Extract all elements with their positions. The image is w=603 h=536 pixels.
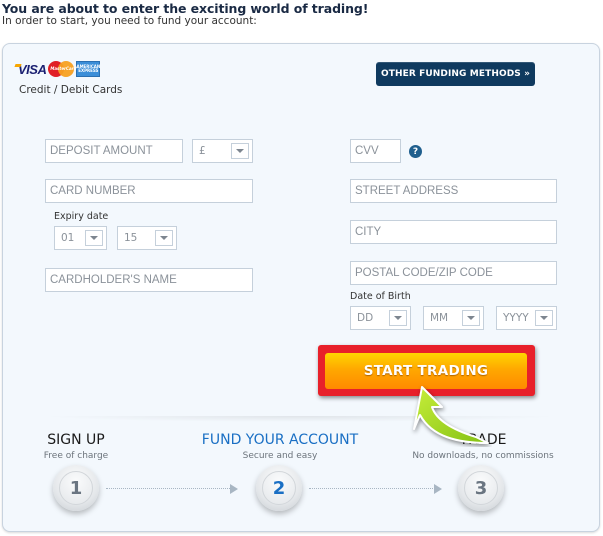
dob-year-select[interactable]: YYYY: [496, 306, 557, 330]
dob-year-value: YYYY: [503, 312, 529, 324]
chevron-down-icon[interactable]: [85, 230, 103, 246]
chevron-down-icon[interactable]: [231, 143, 249, 159]
street-address-input[interactable]: STREET ADDRESS: [350, 179, 557, 203]
step-3-number: 3: [464, 471, 498, 505]
expiry-month-select[interactable]: 01: [54, 226, 107, 250]
currency-select[interactable]: £: [192, 139, 253, 163]
date-of-birth-label: Date of Birth: [350, 291, 411, 302]
cardholder-name-input[interactable]: CARDHOLDER'S NAME: [45, 268, 253, 292]
step-arrow-icon: [434, 484, 442, 494]
visa-logo-icon: VISA: [18, 61, 47, 77]
card-number-input[interactable]: CARD NUMBER: [45, 179, 253, 203]
step-3-badge: 3: [458, 465, 504, 511]
chevron-down-icon[interactable]: [462, 310, 480, 326]
step-1-title: SIGN UP: [47, 432, 105, 448]
chevron-down-icon[interactable]: [155, 230, 173, 246]
step-2-number: 2: [262, 471, 296, 505]
step-2-badge: 2: [256, 465, 302, 511]
other-funding-methods-button[interactable]: OTHER FUNDING METHODS »: [376, 62, 535, 86]
mastercard-logo-icon: MasterCard: [48, 61, 76, 77]
chevron-down-icon[interactable]: [389, 310, 407, 326]
step-2-subtitle: Secure and easy: [242, 451, 318, 461]
postal-code-input[interactable]: POSTAL CODE/ZIP CODE: [350, 261, 557, 285]
payment-method-label: Credit / Debit Cards: [19, 84, 123, 96]
expiry-year-select[interactable]: 15: [117, 226, 177, 250]
expiry-month-value: 01: [61, 232, 75, 244]
step-connector-dots: [106, 488, 232, 489]
chevron-down-icon[interactable]: [535, 310, 553, 326]
step-3-subtitle: No downloads, no commissions: [412, 451, 554, 461]
step-1-subtitle: Free of charge: [43, 451, 109, 461]
help-icon[interactable]: ?: [409, 145, 422, 158]
cvv-input[interactable]: CVV: [350, 139, 401, 163]
city-input[interactable]: CITY: [350, 220, 557, 244]
deposit-amount-input[interactable]: DEPOSIT AMOUNT: [45, 139, 183, 163]
card-logos: VISA MasterCard AMERICAN EXPRESS: [18, 61, 101, 77]
step-1-number: 1: [59, 471, 93, 505]
dob-day-select[interactable]: DD: [350, 306, 411, 330]
page-title: You are about to enter the exciting worl…: [2, 1, 369, 16]
step-1-badge: 1: [53, 465, 99, 511]
page-subtitle: In order to start, you need to fund your…: [2, 15, 257, 27]
step-arrow-icon: [230, 484, 238, 494]
step-2-title: FUND YOUR ACCOUNT: [201, 432, 359, 448]
dob-month-value: MM: [430, 312, 449, 324]
currency-value: £: [199, 145, 206, 157]
dob-month-select[interactable]: MM: [423, 306, 484, 330]
dob-day-value: DD: [357, 312, 374, 324]
expiry-date-label: Expiry date: [54, 211, 109, 222]
start-trading-button[interactable]: START TRADING: [325, 353, 527, 389]
expiry-year-value: 15: [124, 232, 138, 244]
pointer-arrow-icon: [413, 386, 489, 444]
step-connector-dots: [309, 488, 435, 489]
amex-logo-icon: AMERICAN EXPRESS: [76, 61, 101, 77]
